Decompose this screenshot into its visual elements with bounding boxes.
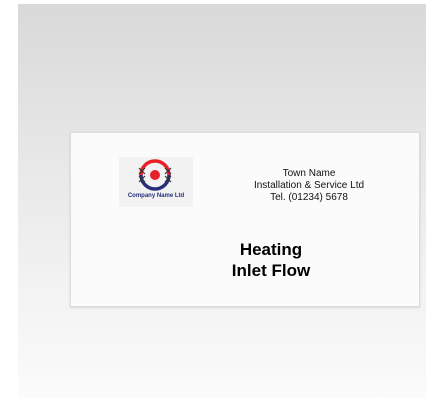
contact-service: Installation & Service Ltd: [253, 180, 365, 191]
target-logo-icon: [138, 159, 172, 191]
contact-details: Town Name Installation & Service Ltd Tel…: [239, 168, 379, 204]
label-title-line1: Heating: [239, 240, 303, 259]
label-title: Heating Inlet Flow: [171, 239, 371, 281]
company-logo: Company Name Ltd: [119, 157, 193, 207]
product-backdrop: Company Name Ltd Town Name Installation …: [18, 4, 426, 398]
heating-label-sign: Company Name Ltd Town Name Installation …: [70, 132, 420, 307]
logo-company-name: Company Name Ltd: [127, 193, 185, 199]
contact-phone: Tel. (01234) 5678: [270, 192, 348, 203]
label-title-line2: Inlet Flow: [231, 261, 311, 280]
contact-town: Town Name: [282, 168, 336, 179]
